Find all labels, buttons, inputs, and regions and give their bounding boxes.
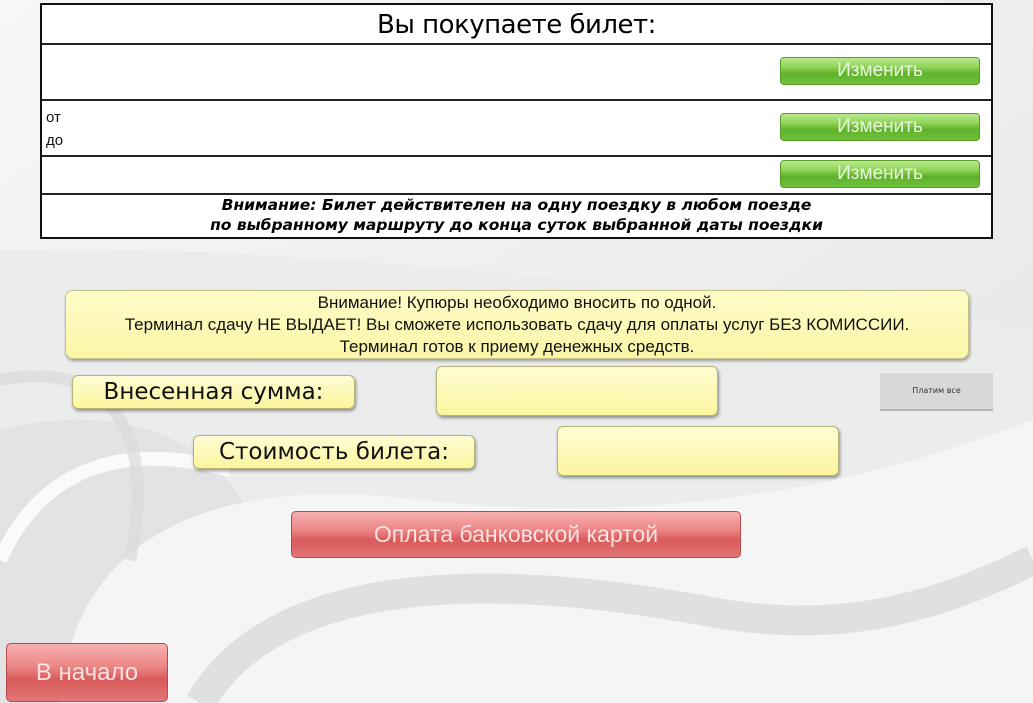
divider bbox=[42, 43, 991, 45]
from-label: от bbox=[46, 109, 61, 126]
pay-all-button[interactable]: Платим все bbox=[880, 373, 993, 411]
ticket-price-field bbox=[557, 426, 839, 476]
ticket-title: Вы покупаете билет: bbox=[377, 10, 656, 40]
deposited-amount-label: Внесенная сумма: bbox=[72, 375, 355, 409]
home-button[interactable]: В начало bbox=[6, 643, 168, 702]
notice-line: по выбранному маршруту до конца суток вы… bbox=[210, 216, 823, 234]
divider bbox=[42, 99, 991, 101]
info-line: Терминал сдачу НЕ ВЫДАЕТ! Вы сможете исп… bbox=[124, 315, 910, 334]
to-label: до bbox=[46, 132, 64, 149]
change-route-button[interactable]: Изменить bbox=[780, 113, 980, 141]
ticket-validity-notice: Внимание: Билет действителен на одну пое… bbox=[42, 195, 991, 235]
ticket-price-label: Стоимость билета: bbox=[193, 435, 475, 469]
notice-line: Внимание: Билет действителен на одну пое… bbox=[221, 196, 812, 214]
deposited-amount-field bbox=[436, 366, 718, 416]
change-date-button[interactable]: Изменить bbox=[780, 160, 980, 188]
ticket-summary-panel: Вы покупаете билет: Изменить от до Измен… bbox=[40, 3, 993, 239]
cash-info-box: Внимание! Купюры необходимо вносить по о… bbox=[65, 290, 969, 359]
change-station-button[interactable]: Изменить bbox=[780, 57, 980, 85]
info-line: Внимание! Купюры необходимо вносить по о… bbox=[317, 293, 717, 312]
card-payment-button[interactable]: Оплата банковской картой bbox=[291, 511, 741, 558]
divider bbox=[42, 155, 991, 157]
info-line: Терминал готов к приему денежных средств… bbox=[339, 337, 695, 356]
